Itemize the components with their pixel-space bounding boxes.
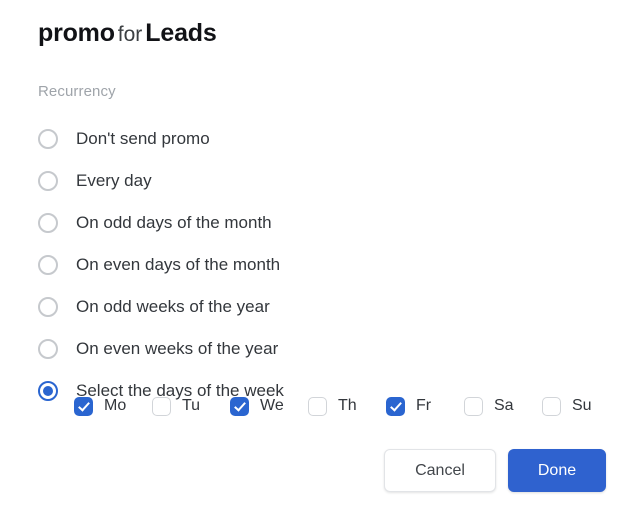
done-button[interactable]: Done — [508, 449, 606, 492]
radio-option-even-days-of-month[interactable]: On even days of the month — [38, 244, 598, 286]
day-checkbox-tu[interactable]: Tu — [152, 396, 230, 416]
day-checkbox-mo[interactable]: Mo — [74, 396, 152, 416]
page-title-object: Leads — [145, 19, 217, 47]
radio-option-label: Don't send promo — [76, 129, 210, 148]
day-checkbox-we[interactable]: We — [230, 396, 308, 416]
radio-icon[interactable] — [38, 213, 58, 233]
day-checkbox-sa[interactable]: Sa — [464, 396, 542, 416]
day-label: Su — [572, 397, 592, 414]
radio-option-even-weeks-of-year[interactable]: On even weeks of the year — [38, 328, 598, 370]
radio-option-every-day[interactable]: Every day — [38, 160, 598, 202]
radio-icon[interactable] — [38, 255, 58, 275]
checkbox-icon[interactable] — [464, 396, 483, 416]
radio-icon[interactable] — [38, 339, 58, 359]
checkbox-icon[interactable] — [542, 396, 561, 416]
checkbox-icon[interactable] — [152, 396, 171, 416]
day-label: Tu — [182, 397, 201, 414]
radio-icon[interactable] — [38, 297, 58, 317]
page-title-connector: for — [117, 23, 143, 46]
day-label: Fr — [416, 397, 432, 414]
day-label: We — [260, 397, 284, 414]
checkbox-icon[interactable] — [308, 396, 327, 416]
checkbox-icon-checked[interactable] — [74, 396, 93, 416]
radio-icon[interactable] — [38, 129, 58, 149]
recurrency-section-label: Recurrency — [38, 83, 116, 100]
day-checkbox-fr[interactable]: Fr — [386, 396, 464, 416]
day-label: Th — [338, 397, 357, 414]
cancel-button[interactable]: Cancel — [384, 449, 496, 492]
page-title-subject: promo — [38, 19, 115, 47]
day-checkbox-th[interactable]: Th — [308, 396, 386, 416]
day-label: Sa — [494, 397, 514, 414]
radio-option-label: On even days of the month — [76, 255, 281, 274]
recurrency-dialog: promo for Leads Recurrency Don't send prom… — [0, 0, 630, 508]
radio-icon[interactable] — [38, 171, 58, 191]
radio-option-label: On odd weeks of the year — [76, 297, 270, 316]
page-title: promo for Leads — [38, 18, 217, 50]
dialog-footer: Cancel Done — [384, 449, 606, 492]
radio-option-odd-weeks-of-year[interactable]: On odd weeks of the year — [38, 286, 598, 328]
checkbox-icon-checked[interactable] — [386, 396, 405, 416]
radio-option-odd-days-of-month[interactable]: On odd days of the month — [38, 202, 598, 244]
radio-icon-selected[interactable] — [38, 381, 58, 401]
day-checkbox-su[interactable]: Su — [542, 396, 620, 416]
days-of-week-checkbox-group: Mo Tu We Th Fr Sa Su — [74, 396, 620, 416]
radio-option-label: Every day — [76, 171, 152, 190]
radio-option-label: On even weeks of the year — [76, 339, 279, 358]
recurrency-radio-group: Don't send promo Every day On odd days o… — [38, 118, 598, 412]
day-label: Mo — [104, 397, 127, 414]
radio-option-dont-send-promo[interactable]: Don't send promo — [38, 118, 598, 160]
checkbox-icon-checked[interactable] — [230, 396, 249, 416]
radio-option-label: On odd days of the month — [76, 213, 272, 232]
